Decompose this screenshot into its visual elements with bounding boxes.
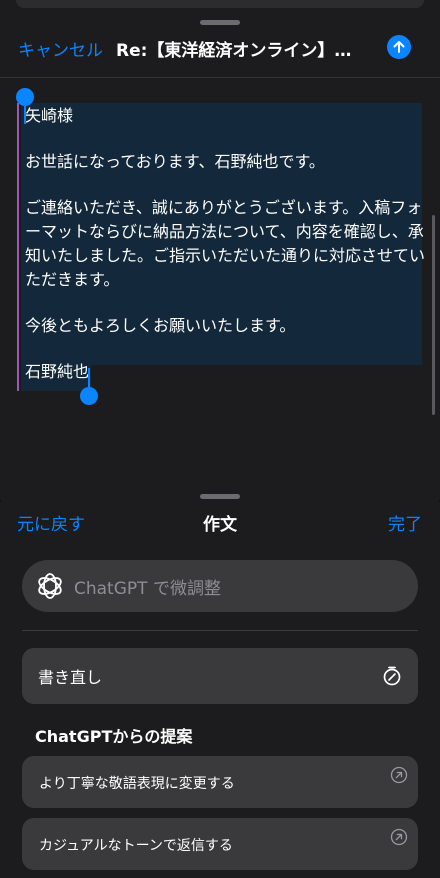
intro-line: お世話になっております、石野純也です。: [25, 152, 325, 171]
chatgpt-input-placeholder: ChatGPT で微調整: [74, 578, 221, 599]
quote-bar: [17, 103, 19, 391]
suggestion-casual-tone[interactable]: カジュアルなトーンで返信する: [22, 818, 418, 870]
selection-start-caret: [24, 100, 26, 124]
rewrite-icon: [383, 666, 401, 686]
arrow-up-right-circle-icon: [390, 766, 408, 784]
email-body[interactable]: 矢崎様 お世話になっております、石野純也です。 ご連絡いただき、誠にありがとうご…: [25, 104, 425, 406]
arrow-up-right-circle-icon: [390, 828, 408, 846]
subject-title: Re:【東洋経済オンライン】矢…: [116, 41, 364, 61]
panel-divider: [22, 630, 418, 631]
main-paragraph: ご連絡いただき、誠にありがとうございます。入稿フォーマットならびに納品方法につい…: [25, 198, 426, 289]
greeting-line: 矢崎様: [25, 106, 74, 125]
compose-grabber[interactable]: [200, 20, 240, 25]
compose-header: キャンセル Re:【東洋経済オンライン】矢…: [0, 30, 440, 66]
writing-tools-panel: 元に戻す 作文 完了 ChatGPT で微調整 書き直し ChatGPTからの提…: [0, 490, 440, 878]
suggestions-header: ChatGPTからの提案: [35, 727, 193, 746]
scroll-indicator[interactable]: [432, 215, 435, 415]
compose-sheet: キャンセル Re:【東洋経済オンライン】矢… 矢崎様 お世話になっております、石…: [0, 0, 440, 500]
closing-line: 今後ともよろしくお願いいたします。: [25, 316, 296, 335]
arrow-up-icon: [393, 41, 405, 53]
rewrite-label: 書き直し: [38, 668, 103, 687]
selection-end-handle[interactable]: [80, 387, 98, 405]
cancel-button[interactable]: キャンセル: [18, 36, 103, 61]
send-button[interactable]: [387, 35, 411, 59]
rewrite-button[interactable]: 書き直し: [22, 648, 418, 704]
suggestion-label: カジュアルなトーンで返信する: [39, 838, 233, 854]
done-button[interactable]: 完了: [388, 510, 422, 535]
suggestion-label: より丁寧な敬語表現に変更する: [39, 776, 235, 792]
panel-grabber[interactable]: [200, 494, 240, 499]
suggestion-polite-keigo[interactable]: より丁寧な敬語表現に変更する: [22, 756, 418, 808]
panel-title: 作文: [203, 515, 237, 535]
signature-line: 石野純也: [25, 362, 90, 381]
background-sheet-edge: [16, 0, 424, 8]
header-divider: [0, 77, 440, 78]
chatgpt-logo-icon: [38, 573, 62, 599]
chatgpt-refine-input[interactable]: ChatGPT で微調整: [22, 560, 418, 612]
